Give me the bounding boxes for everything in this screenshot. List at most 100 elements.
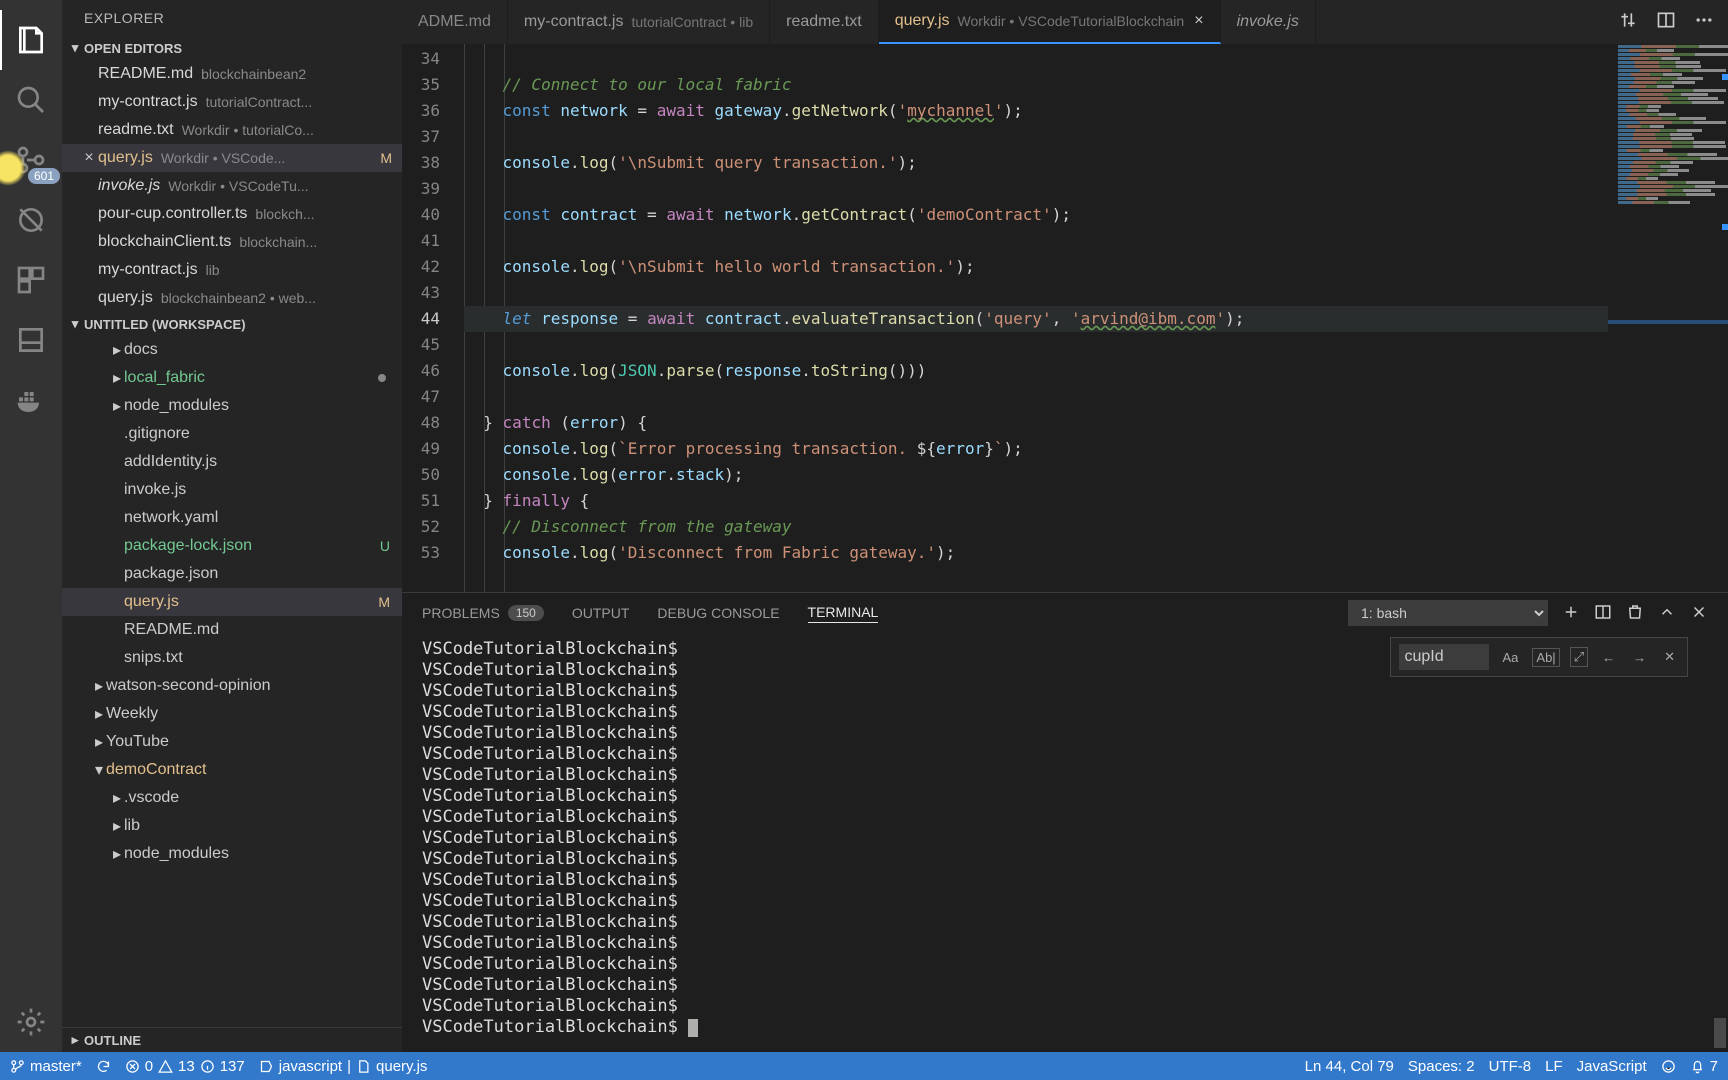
- folder-item[interactable]: ▸YouTube: [62, 728, 402, 756]
- activity-extensions[interactable]: [0, 250, 62, 310]
- panel-tab-output[interactable]: OUTPUT: [572, 605, 630, 621]
- editor-tab[interactable]: readme.txt: [770, 0, 879, 44]
- code-line[interactable]: [464, 124, 1728, 150]
- file-item[interactable]: .gitignore: [62, 420, 402, 448]
- close-icon[interactable]: ×: [1194, 12, 1203, 30]
- code-line[interactable]: console.log(JSON.parse(response.toString…: [464, 358, 1728, 384]
- code-line[interactable]: console.log(error.stack);: [464, 462, 1728, 488]
- activity-custom-1[interactable]: [0, 310, 62, 370]
- terminal-output[interactable]: VSCodeTutorialBlockchain$ VSCodeTutorialB…: [402, 633, 1728, 1052]
- split-editor-icon[interactable]: [1656, 10, 1676, 35]
- status-position[interactable]: Ln 44, Col 79: [1305, 1058, 1394, 1075]
- code-line[interactable]: } finally {: [464, 488, 1728, 514]
- open-editor-item[interactable]: ×readme.txtWorkdir • tutorialCo...: [62, 116, 402, 144]
- code-line[interactable]: [464, 176, 1728, 202]
- editor-tab[interactable]: invoke.js: [1221, 0, 1316, 44]
- folder-item[interactable]: ▸node_modules: [62, 392, 402, 420]
- code-line[interactable]: console.log('\nSubmit query transaction.…: [464, 150, 1728, 176]
- folder-item[interactable]: ▸node_modules: [62, 840, 402, 868]
- more-icon[interactable]: [1694, 10, 1714, 35]
- editor-tab[interactable]: my-contract.jstutorialContract • lib: [508, 0, 770, 44]
- status-eol[interactable]: LF: [1545, 1058, 1563, 1075]
- terminal-scrollbar[interactable]: [1714, 633, 1726, 1048]
- activity-docker[interactable]: [0, 370, 62, 430]
- workspace-header[interactable]: ▾ UNTITLED (WORKSPACE): [62, 312, 402, 336]
- activity-search[interactable]: [0, 70, 62, 130]
- file-item[interactable]: package.json: [62, 560, 402, 588]
- status-language[interactable]: JavaScript: [1577, 1058, 1647, 1075]
- close-panel-icon[interactable]: [1690, 603, 1708, 624]
- folder-item[interactable]: ▾demoContract: [62, 756, 402, 784]
- editor-tab[interactable]: ADME.md: [402, 0, 508, 44]
- code-line[interactable]: console.log('\nSubmit hello world transa…: [464, 254, 1728, 280]
- code-content[interactable]: // Connect to our local fabric const net…: [464, 44, 1728, 592]
- folder-item[interactable]: ▸docs: [62, 336, 402, 364]
- code-line[interactable]: const contract = await network.getContra…: [464, 202, 1728, 228]
- code-area[interactable]: 3435363738394041424344454647484950515253…: [402, 44, 1728, 592]
- kill-terminal-icon[interactable]: [1626, 603, 1644, 624]
- editor-tab[interactable]: query.jsWorkdir • VSCodeTutorialBlockcha…: [879, 0, 1221, 44]
- folder-item[interactable]: ▸watson-second-opinion: [62, 672, 402, 700]
- activity-explorer[interactable]: [0, 10, 62, 70]
- file-item[interactable]: query.jsM: [62, 588, 402, 616]
- code-line[interactable]: [464, 332, 1728, 358]
- status-encoding[interactable]: UTF-8: [1489, 1058, 1532, 1075]
- code-line[interactable]: [464, 280, 1728, 306]
- code-line[interactable]: [464, 46, 1728, 72]
- panel-tab-problems[interactable]: PROBLEMS 150: [422, 605, 544, 621]
- file-item[interactable]: README.md: [62, 616, 402, 644]
- file-item[interactable]: invoke.js: [62, 476, 402, 504]
- code-line[interactable]: let response = await contract.evaluateTr…: [464, 306, 1728, 332]
- minimap[interactable]: [1608, 44, 1728, 592]
- open-editor-item[interactable]: ×my-contract.jslib: [62, 256, 402, 284]
- terminal-line: VSCodeTutorialBlockchain$: [422, 933, 1708, 954]
- code-line[interactable]: // Disconnect from the gateway: [464, 514, 1728, 540]
- file-item[interactable]: snips.txt: [62, 644, 402, 672]
- code-line[interactable]: console.log('Disconnect from Fabric gate…: [464, 540, 1728, 566]
- close-icon[interactable]: ×: [80, 149, 98, 167]
- folder-item[interactable]: ▸lib: [62, 812, 402, 840]
- modified-badge: M: [378, 594, 390, 610]
- code-line[interactable]: console.log(`Error processing transactio…: [464, 436, 1728, 462]
- open-editor-item[interactable]: ×README.mdblockchainbean2: [62, 60, 402, 88]
- panel-tab-debug[interactable]: DEBUG CONSOLE: [657, 605, 779, 621]
- code-line[interactable]: [464, 384, 1728, 410]
- status-spaces[interactable]: Spaces: 2: [1408, 1058, 1475, 1075]
- status-notifications[interactable]: 7: [1690, 1058, 1718, 1075]
- code-line[interactable]: [464, 228, 1728, 254]
- file-item[interactable]: addIdentity.js: [62, 448, 402, 476]
- file-item[interactable]: package-lock.jsonU: [62, 532, 402, 560]
- compare-icon[interactable]: [1618, 10, 1638, 35]
- terminal-select[interactable]: 1: bash: [1348, 600, 1548, 626]
- status-branch[interactable]: master*: [10, 1058, 82, 1075]
- tree-item-label: invoke.js: [124, 481, 186, 499]
- activity-debug[interactable]: [0, 190, 62, 250]
- status-feedback[interactable]: [1661, 1059, 1676, 1074]
- open-editor-item[interactable]: ×invoke.jsWorkdir • VSCodeTu...: [62, 172, 402, 200]
- open-editor-item[interactable]: ×blockchainClient.tsblockchain...: [62, 228, 402, 256]
- open-editor-item[interactable]: ×pour-cup.controller.tsblockch...: [62, 200, 402, 228]
- status-lang-select[interactable]: javascript | query.js: [259, 1058, 428, 1075]
- folder-item[interactable]: ▸.vscode: [62, 784, 402, 812]
- status-sync[interactable]: [96, 1059, 111, 1074]
- open-editor-item[interactable]: ×my-contract.jstutorialContract...: [62, 88, 402, 116]
- outline-header[interactable]: ▸ OUTLINE: [62, 1027, 402, 1052]
- panel-tab-terminal[interactable]: TERMINAL: [808, 604, 879, 623]
- open-editor-item[interactable]: ×query.jsblockchainbean2 • web...: [62, 284, 402, 312]
- open-editors-header[interactable]: ▾ OPEN EDITORS: [62, 36, 402, 60]
- split-terminal-icon[interactable]: [1594, 603, 1612, 624]
- activity-settings[interactable]: [0, 992, 62, 1052]
- terminal-line: VSCodeTutorialBlockchain$: [422, 891, 1708, 912]
- code-line[interactable]: } catch (error) {: [464, 410, 1728, 436]
- folder-item[interactable]: ▸Weekly: [62, 700, 402, 728]
- maximize-panel-icon[interactable]: [1658, 603, 1676, 624]
- activity-scm[interactable]: 601: [0, 130, 62, 190]
- status-lang-label: javascript: [279, 1058, 342, 1075]
- open-editor-item[interactable]: ×query.jsWorkdir • VSCode...M: [62, 144, 402, 172]
- code-line[interactable]: const network = await gateway.getNetwork…: [464, 98, 1728, 124]
- folder-item[interactable]: ▸local_fabric: [62, 364, 402, 392]
- new-terminal-icon[interactable]: [1562, 603, 1580, 624]
- code-line[interactable]: // Connect to our local fabric: [464, 72, 1728, 98]
- status-problems[interactable]: 0 13 137: [125, 1058, 245, 1075]
- file-item[interactable]: network.yaml: [62, 504, 402, 532]
